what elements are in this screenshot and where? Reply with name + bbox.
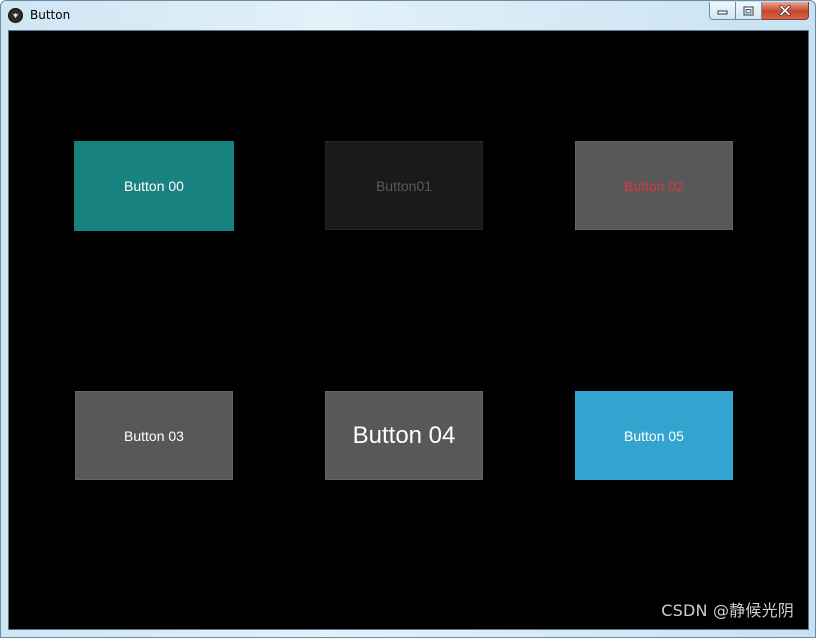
button-04[interactable]: Button 04 (325, 391, 483, 480)
button-05[interactable]: Button 05 (575, 391, 733, 480)
maximize-button[interactable] (736, 2, 762, 20)
kivy-app-icon (8, 8, 23, 23)
button-00[interactable]: Button 00 (74, 141, 234, 231)
maximize-icon (743, 6, 754, 15)
client-area: Button 00 Button01 Button 02 Button 03 B… (8, 30, 809, 630)
button-01[interactable]: Button01 (325, 141, 483, 230)
title-bar[interactable]: Button (1, 1, 815, 30)
minimize-icon (717, 10, 728, 14)
caption-buttons (709, 2, 809, 21)
app-window: Button Button 00 Button01 Button 02 Butt… (0, 0, 816, 638)
button-03[interactable]: Button 03 (75, 391, 233, 480)
close-icon (779, 5, 791, 16)
watermark: CSDN @静候光阴 (661, 601, 794, 620)
window-title: Button (30, 8, 71, 22)
minimize-button[interactable] (709, 2, 736, 20)
button-02[interactable]: Button 02 (575, 141, 733, 230)
close-button[interactable] (762, 2, 809, 20)
